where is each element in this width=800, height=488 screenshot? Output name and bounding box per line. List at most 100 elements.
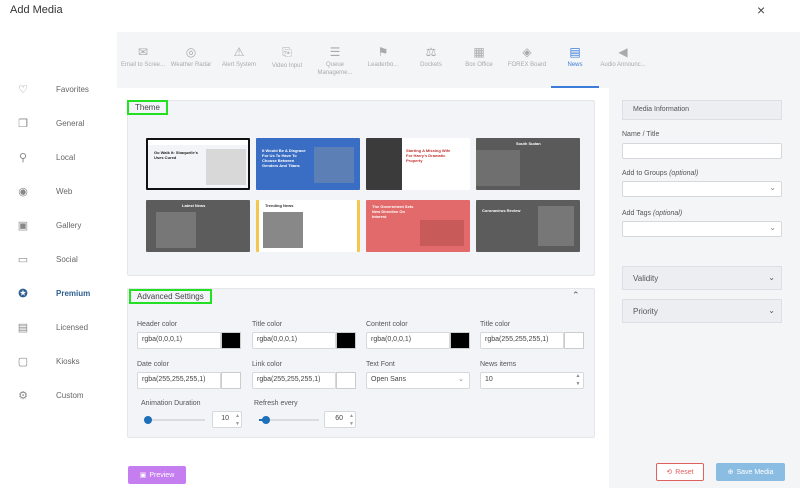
sidebar-item-gallery[interactable]: ▣ Gallery [0, 212, 115, 238]
theme-thumb-4[interactable]: South Sudan [476, 138, 580, 190]
thumb-headline: It Would Be A Disgrace For Us To Have To… [262, 148, 306, 168]
tool-audio-announcement[interactable]: ◀ Audio Announc... [599, 32, 647, 88]
sidebar-item-licensed[interactable]: ▤ Licensed [0, 314, 115, 340]
theme-thumb-3[interactable]: Starting A Missing Wife For Harry's Dram… [366, 138, 470, 190]
globe-icon: ◉ [18, 185, 28, 198]
animation-duration-slider[interactable] [145, 419, 205, 421]
tool-email-to-screen[interactable]: ✉ Email to Scree... [119, 32, 167, 88]
theme-thumb-6[interactable]: Trending News [256, 200, 360, 252]
refresh-every-label: Refresh every [254, 400, 298, 407]
forex-icon: ◈ [522, 45, 532, 59]
title-color-label: Title color [252, 321, 283, 328]
sidebar-item-label: Web [56, 186, 73, 196]
media-type-toolbar: ✉ Email to Scree... ◎ Weather Radar ⚠ Al… [117, 32, 800, 88]
date-color-input[interactable]: rgba(255,255,255,1) [137, 372, 221, 389]
link-color-label: Link color [252, 361, 282, 368]
save-media-button[interactable]: ⊕ Save Media [716, 463, 785, 481]
validity-accordion[interactable]: Validity ⌄ [622, 266, 782, 290]
chevron-down-icon: ⌄ [458, 376, 464, 383]
theme-thumb-1[interactable]: Go Walk It: Shaquelle's Uses Cured [146, 138, 250, 190]
tool-news[interactable]: ▤ News [551, 32, 599, 88]
tool-weather-radar[interactable]: ◎ Weather Radar [167, 32, 215, 88]
text-font-select[interactable]: Open Sans ⌄ [366, 372, 470, 389]
document-icon: ▤ [17, 321, 29, 334]
tags-select[interactable]: ⌄ [622, 221, 782, 237]
sidebar-item-label: Premium [56, 288, 91, 298]
date-color-swatch[interactable] [221, 372, 241, 389]
thumb-header-bar [148, 140, 248, 145]
alert-icon: ⚠ [233, 45, 245, 59]
groups-select[interactable]: ⌄ [622, 181, 782, 197]
thumb-image [476, 150, 520, 186]
theme-thumb-2[interactable]: It Would Be A Disgrace For Us To Have To… [256, 138, 360, 190]
sidebar-item-label: General [56, 118, 85, 128]
thumb-image [420, 220, 464, 246]
chevron-down-icon: ⌄ [768, 273, 775, 282]
theme-thumb-8[interactable]: Coronavirus Review [476, 200, 580, 252]
sidebar-item-custom[interactable]: ⚙ Custom [0, 382, 115, 408]
preview-button[interactable]: ▣ Preview [128, 466, 186, 484]
tool-label: Email to Scree... [120, 62, 165, 68]
queue-icon: ☰ [329, 45, 341, 59]
title-color-swatch[interactable] [336, 332, 356, 349]
title-color-input[interactable]: rgba(0,0,0,1) [252, 332, 336, 349]
close-icon[interactable]: × [757, 2, 765, 18]
tool-video-input[interactable]: ⎘ Video Input [263, 32, 311, 88]
refresh-every-stepper[interactable]: ▲ ▼ [349, 412, 354, 428]
save-icon: ⊕ [727, 469, 734, 476]
sidebar-item-label: Custom [56, 390, 84, 400]
heart-icon: ♡ [18, 83, 28, 96]
tool-queue-management[interactable]: ☰ Queue Manageme... [311, 32, 359, 88]
thumb-headline: South Sudan [516, 141, 541, 146]
tool-label: Box Office [465, 62, 493, 68]
news-items-stepper[interactable]: ▲ ▼ [574, 372, 582, 389]
collapse-chevron-icon[interactable]: ⌃ [572, 290, 580, 301]
tool-box-office[interactable]: ▦ Box Office [455, 32, 503, 88]
tool-forex-board[interactable]: ◈ FOREX Board [503, 32, 551, 88]
theme-thumb-5[interactable]: Latest News [146, 200, 250, 252]
tool-dockets[interactable]: ⚖ Dockets [407, 32, 455, 88]
email-icon: ✉ [137, 45, 149, 59]
tool-alert-system[interactable]: ⚠ Alert System [215, 32, 263, 88]
text-font-label: Text Font [366, 361, 395, 368]
tags-optional-text: (optional) [653, 210, 683, 217]
refresh-every-value: 60 [335, 415, 343, 422]
sidebar-item-premium[interactable]: ✪ Premium [0, 280, 115, 306]
thumb-headline: Go Walk It: Shaquelle's Uses Cured [154, 150, 198, 160]
content-color-swatch[interactable] [450, 332, 470, 349]
sidebar-item-social[interactable]: ▭ Social [0, 246, 115, 272]
animation-duration-input[interactable]: 10 ▲ ▼ [212, 411, 242, 428]
sidebar-item-web[interactable]: ◉ Web [0, 178, 115, 204]
date-color-label: Date color [137, 361, 169, 368]
sidebar-item-label: Social [56, 254, 78, 264]
animation-duration-handle[interactable] [144, 416, 152, 424]
sidebar-item-label: Licensed [56, 322, 89, 332]
content-color-label: Content color [366, 321, 408, 328]
animation-duration-stepper[interactable]: ▲ ▼ [235, 412, 240, 428]
title-color-2-swatch[interactable] [564, 332, 584, 349]
sidebar-item-local[interactable]: ⚲ Local [0, 144, 115, 170]
content-color-input[interactable]: rgba(0,0,0,1) [366, 332, 450, 349]
link-color-input[interactable]: rgba(255,255,255,1) [252, 372, 336, 389]
header-color-swatch[interactable] [221, 332, 241, 349]
thumb-image [156, 212, 196, 248]
chevron-down-icon: ⌄ [769, 183, 776, 192]
sidebar-item-general[interactable]: ❐ General [0, 110, 115, 136]
tool-label: Dockets [420, 62, 442, 68]
sidebar-item-favorites[interactable]: ♡ Favorites [0, 76, 115, 102]
chat-icon: ▭ [17, 253, 29, 266]
name-title-input[interactable] [622, 143, 782, 159]
refresh-every-input[interactable]: 60 ▲ ▼ [324, 411, 356, 428]
news-items-input[interactable]: 10 [480, 372, 584, 389]
header-color-input[interactable]: rgba(0,0,0,1) [137, 332, 221, 349]
reset-button[interactable]: ⟲ Reset [656, 463, 704, 481]
sidebar-item-kiosks[interactable]: ▢ Kiosks [0, 348, 115, 374]
priority-accordion[interactable]: Priority ⌄ [622, 299, 782, 323]
theme-thumb-7[interactable]: The Government Sets New Directive On Int… [366, 200, 470, 252]
news-icon: ▤ [569, 45, 581, 59]
tool-leaderboard[interactable]: ⚑ Leaderbo... [359, 32, 407, 88]
title-color-2-input[interactable]: rgba(255,255,255,1) [480, 332, 564, 349]
tool-label: Video Input [271, 63, 303, 69]
link-color-swatch[interactable] [336, 372, 356, 389]
preview-label: Preview [149, 471, 175, 479]
